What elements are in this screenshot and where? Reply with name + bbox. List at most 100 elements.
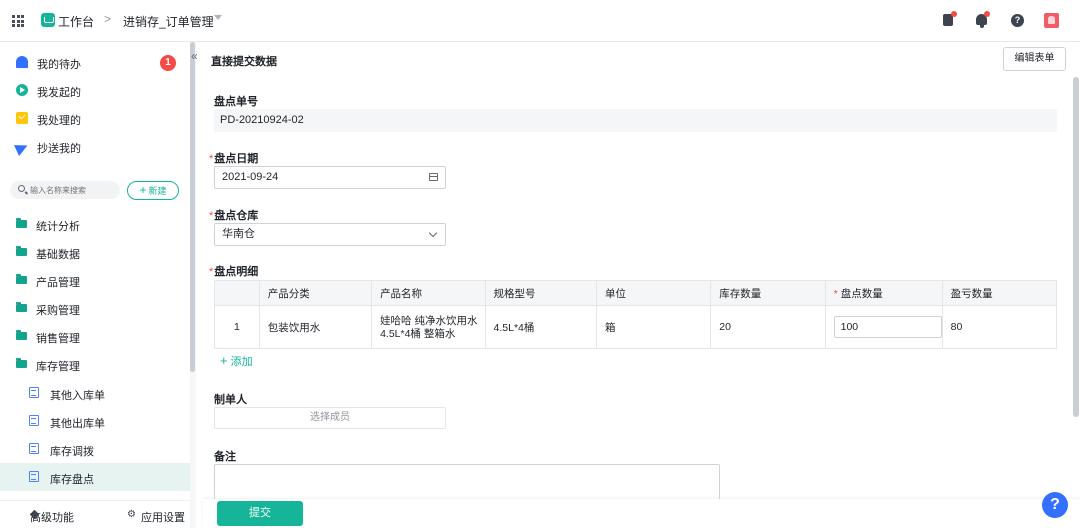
submit-bar: 提交 <box>203 499 1080 528</box>
cell-unit: 箱 <box>595 305 712 349</box>
column-header: 产品名称 <box>371 280 486 306</box>
app-grid-icon[interactable] <box>12 15 24 27</box>
bell-icon <box>16 56 28 68</box>
count-qty-input[interactable]: 100 <box>833 316 942 338</box>
paper-plane-icon <box>14 140 30 156</box>
cell-spec: 4.5L*4桶 <box>484 305 597 349</box>
cell-stock-qty: 20 <box>710 305 826 349</box>
folder-stats[interactable]: 统计分析 <box>16 215 186 235</box>
breadcrumb-current-app[interactable]: 进销存_订单管理 <box>123 13 214 30</box>
required-mark: * <box>209 266 214 278</box>
app-settings-button[interactable]: ⚙ 应用设置 <box>127 509 185 525</box>
search-input[interactable] <box>30 181 118 199</box>
warehouse-label: 盘点仓库 <box>214 210 259 222</box>
add-row-button[interactable]: + 添加 <box>220 353 253 369</box>
breadcrumb-separator: > <box>104 12 112 26</box>
sidebar-item-stocktake[interactable]: 库存盘点 <box>0 463 190 491</box>
folder-products[interactable]: 产品管理 <box>16 271 186 291</box>
row-index: 1 <box>214 305 260 349</box>
date-label: 盘点日期 <box>214 153 259 165</box>
help-icon[interactable]: ? <box>1009 11 1027 29</box>
sub-item-label: 其他出库单 <box>50 418 105 430</box>
settings-label: 应用设置 <box>141 512 185 524</box>
sidebar-item-other-outbound[interactable]: 其他出库单 <box>0 407 190 435</box>
sub-item-label: 库存调拨 <box>50 446 94 458</box>
sidebar-item-transfer[interactable]: 库存调拨 <box>0 435 190 463</box>
detail-label-wrap: *盘点明细 <box>209 263 258 279</box>
sidebar-item-my-todo[interactable]: 我的待办 <box>16 53 176 73</box>
sidebar-search[interactable] <box>10 181 120 199</box>
folder-open-icon <box>16 358 27 368</box>
sidebar-item-initiated[interactable]: 我发起的 <box>16 81 176 101</box>
column-header: 库存数量 <box>710 280 826 306</box>
notification-bell-icon[interactable] <box>973 11 991 29</box>
sidebar-item-label: 抄送我的 <box>37 143 81 155</box>
folder-purchase[interactable]: 采购管理 <box>16 299 186 319</box>
creator-label: 制单人 <box>214 394 247 406</box>
stocktake-detail-table: 产品分类 产品名称 规格型号 单位 库存数量 * 盘点数量 盈亏数量 1 包装饮用… <box>214 280 1058 349</box>
cell-product-name[interactable]: 娃哈哈 纯净水饮用水4.5L*4桶 整箱水 <box>371 305 486 349</box>
folder-icon <box>16 246 27 256</box>
column-header: 盈亏数量 <box>941 280 1058 306</box>
sidebar-item-label: 我的待办 <box>37 59 81 71</box>
play-circle-icon <box>16 84 28 96</box>
sidebar-footer: 高级功能 ⚙ 应用设置 <box>0 500 190 528</box>
warehouse-select[interactable]: 华南仓 <box>214 223 446 246</box>
date-picker[interactable]: 2021-09-24 <box>214 166 446 189</box>
sidebar-item-label: 我发起的 <box>37 87 81 99</box>
breadcrumb-home[interactable]: 工作台 <box>58 13 94 30</box>
sidebar-item-handled[interactable]: 我处理的 <box>16 109 176 129</box>
member-picker[interactable]: 选择成员 <box>214 407 446 429</box>
table-header-row: 产品分类 产品名称 规格型号 单位 库存数量 * 盘点数量 盈亏数量 <box>214 280 1058 306</box>
folder-icon <box>16 302 27 312</box>
form-doc-icon <box>29 387 39 398</box>
calendar-icon <box>429 173 438 181</box>
main-scrollbar[interactable] <box>1073 77 1079 417</box>
folder-label: 销售管理 <box>36 333 80 345</box>
checkbox-icon <box>16 112 28 124</box>
app-switch-caret-icon[interactable] <box>214 15 222 20</box>
folder-label: 库存管理 <box>36 361 80 373</box>
plus-icon: + <box>139 183 147 197</box>
column-header: 规格型号 <box>484 280 597 306</box>
folder-icon <box>16 274 27 284</box>
folder-label: 统计分析 <box>36 221 80 233</box>
new-button[interactable]: + 新建 <box>127 181 179 200</box>
submit-button[interactable]: 提交 <box>217 501 303 526</box>
new-button-label: 新建 <box>148 186 167 196</box>
column-header-required: * 盘点数量 <box>824 280 943 306</box>
floating-help-icon[interactable]: ? <box>1042 492 1068 518</box>
collapse-sidebar-icon[interactable]: « <box>191 50 203 64</box>
warehouse-value: 华南仓 <box>222 228 255 240</box>
sidebar-item-cc[interactable]: 抄送我的 <box>14 137 176 157</box>
advanced-features-button[interactable]: 高级功能 <box>16 509 74 525</box>
sidebar-item-other-inbound[interactable]: 其他入库单 <box>0 379 190 407</box>
sub-item-label: 库存盘点 <box>50 474 94 486</box>
folder-basic-data[interactable]: 基础数据 <box>16 243 186 263</box>
todo-count-badge: 1 <box>160 55 176 71</box>
cell-count-qty: 100 <box>824 305 943 349</box>
form-doc-icon <box>29 443 39 454</box>
folder-label: 采购管理 <box>36 305 80 317</box>
edit-form-button[interactable]: 编辑表单 <box>1003 47 1066 71</box>
user-avatar[interactable] <box>1043 11 1061 29</box>
required-mark: * <box>833 287 838 300</box>
form-doc-icon <box>29 415 39 426</box>
remark-label: 备注 <box>214 451 236 463</box>
folder-icon <box>16 218 27 228</box>
column-header-index <box>214 280 260 306</box>
date-value: 2021-09-24 <box>222 171 279 183</box>
column-header: 产品分类 <box>258 280 373 306</box>
form-doc-icon <box>29 471 39 482</box>
cell-category[interactable]: 包装饮用水 <box>258 305 373 349</box>
todo-document-icon[interactable] <box>940 11 958 29</box>
sidebar-scrollbar[interactable] <box>190 42 196 528</box>
add-row-label: 添加 <box>230 356 253 368</box>
required-mark: * <box>209 153 214 165</box>
remark-textarea[interactable] <box>214 464 720 504</box>
folder-inventory[interactable]: 库存管理 <box>16 355 186 375</box>
plus-icon: + <box>220 353 228 368</box>
folder-icon <box>16 330 27 340</box>
column-header-label: 盘点数量 <box>840 287 883 300</box>
folder-sales[interactable]: 销售管理 <box>16 327 186 347</box>
